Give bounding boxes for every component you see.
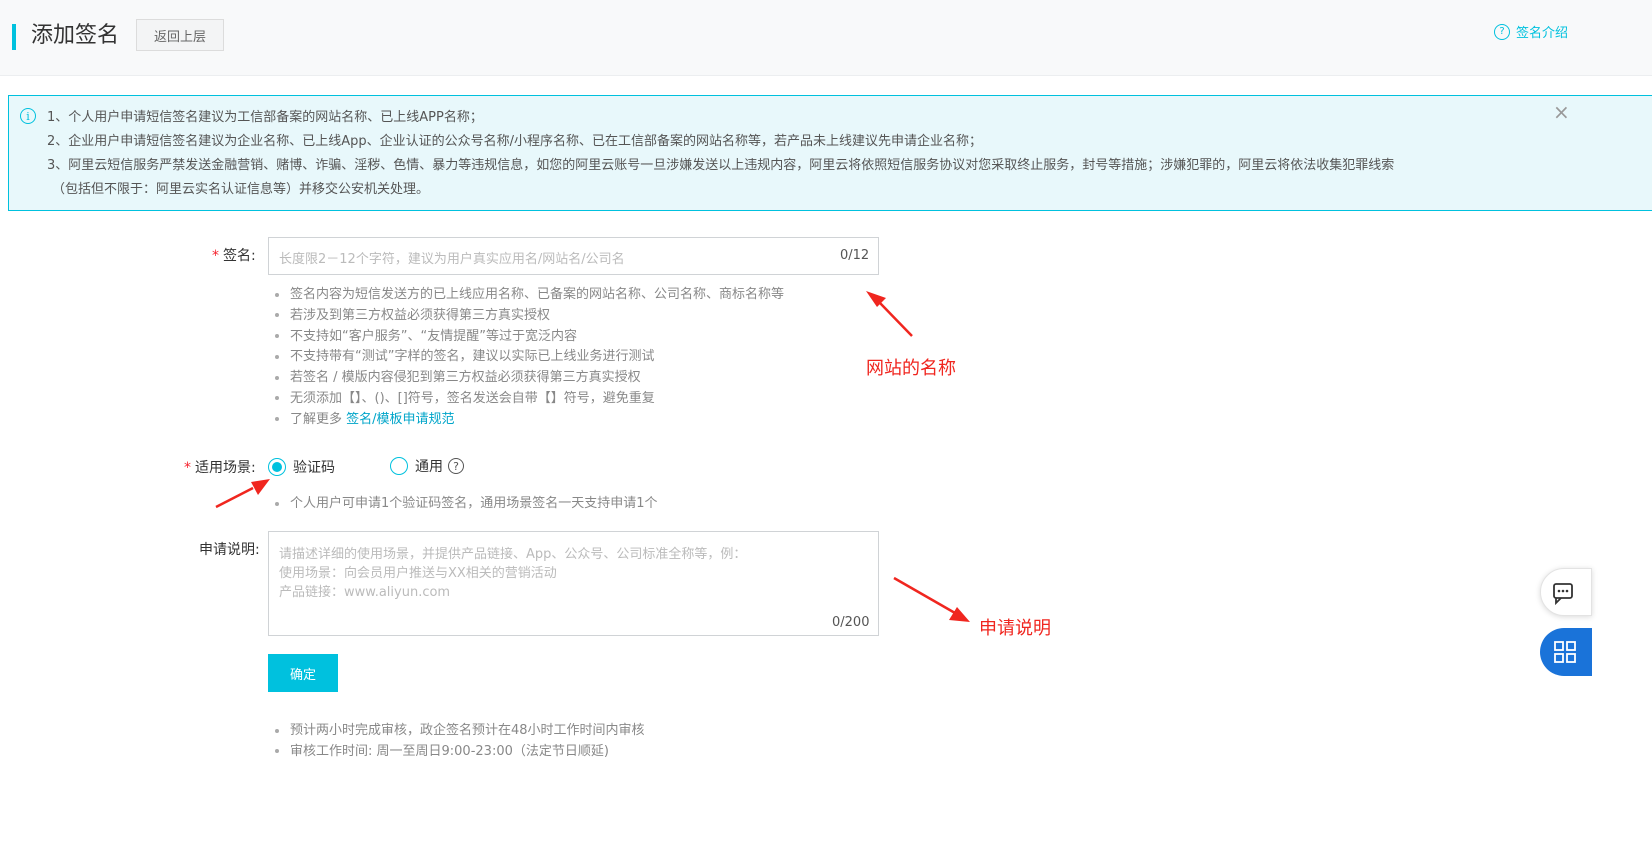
annotation-apply-desc: 申请说明 xyxy=(979,618,1051,639)
chat-icon xyxy=(1553,583,1573,606)
arrow-head-icon xyxy=(949,607,970,622)
apps-button[interactable] xyxy=(1540,628,1592,676)
arrow-head-icon xyxy=(251,479,270,495)
chat-button[interactable] xyxy=(1540,568,1592,616)
annotation-site-name: 网站的名称 xyxy=(866,358,956,379)
annotation-arrows xyxy=(215,291,970,622)
grid-icon xyxy=(1554,641,1576,663)
